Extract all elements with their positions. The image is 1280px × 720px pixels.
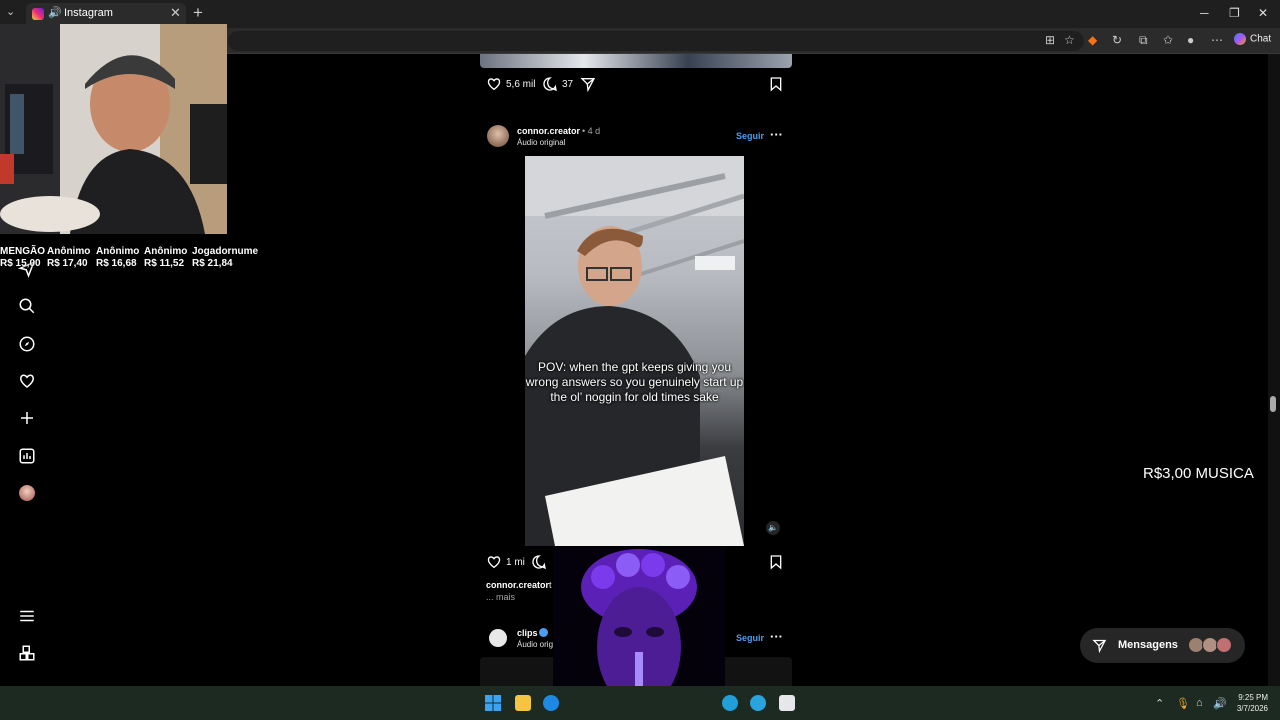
post-username[interactable]: clips xyxy=(517,628,538,638)
show-hidden-icons-icon[interactable]: ⌃ xyxy=(1155,697,1164,710)
donor-name: Anônimo xyxy=(96,246,140,257)
copilot-icon xyxy=(1234,33,1246,45)
restore-button[interactable]: ❐ xyxy=(1229,6,1240,20)
post-audio[interactable]: Áudio origi xyxy=(517,640,555,649)
donor-amount: R$ 15,00 xyxy=(0,258,41,269)
search-icon[interactable] xyxy=(18,297,36,315)
donor-name: Anônimo xyxy=(144,246,188,257)
donor-name: MENGÃO xyxy=(0,246,45,257)
post-age: • 4 d xyxy=(582,126,601,136)
copilot-chat-button[interactable]: Chat xyxy=(1234,33,1271,45)
post-video[interactable]: POV: when the gpt keeps giving you wrong… xyxy=(480,156,792,546)
file-explorer-icon[interactable] xyxy=(515,695,531,711)
caption-text: t xyxy=(549,580,552,590)
post-avatar[interactable] xyxy=(487,125,509,147)
verified-badge-icon xyxy=(539,628,548,637)
dashboard-icon[interactable] xyxy=(18,447,36,465)
url-input[interactable] xyxy=(228,31,1084,51)
donor-name: Anônimo xyxy=(47,246,91,257)
microphone-icon[interactable]: 🎙 xyxy=(1176,697,1190,710)
like-count[interactable]: 1 mi xyxy=(506,557,525,568)
menu-icon[interactable] xyxy=(18,607,36,625)
more-link[interactable]: ... mais xyxy=(486,592,515,602)
post-options-icon[interactable]: ··· xyxy=(770,127,783,142)
donor-amount: R$ 17,40 xyxy=(47,258,88,269)
profile-icon[interactable]: ● xyxy=(1187,33,1194,47)
instagram-favicon-icon xyxy=(32,8,44,20)
windows-start-icon[interactable] xyxy=(485,695,501,711)
previous-post-media[interactable] xyxy=(480,54,792,68)
video-frame: POV: when the gpt keeps giving you wrong… xyxy=(525,156,744,546)
donor-name: Jogadornume xyxy=(192,246,259,257)
windows-taskbar: ⌃ 🎙 ⌂ 🔊 9:25 PM 3/7/2026 xyxy=(0,686,1280,720)
clock-date[interactable]: 3/7/2026 xyxy=(1228,704,1268,713)
comment-icon[interactable] xyxy=(531,554,547,570)
comment-icon[interactable] xyxy=(542,76,558,92)
close-tab-icon[interactable]: ✕ xyxy=(170,5,181,21)
tab-list-button[interactable]: ⌄ xyxy=(6,5,15,18)
speaker-icon[interactable]: 🔊 xyxy=(48,6,62,19)
split-screen-icon[interactable]: ⧉ xyxy=(1139,33,1148,48)
post-audio[interactable]: Áudio original xyxy=(517,138,565,147)
like-count[interactable]: 5,6 mil xyxy=(506,79,535,90)
save-icon[interactable] xyxy=(768,554,784,570)
post-username[interactable]: connor.creator xyxy=(517,126,580,136)
contact-avatar xyxy=(1216,637,1232,653)
profile-avatar[interactable] xyxy=(19,485,35,501)
video-scene-image xyxy=(525,156,744,546)
favorite-star-icon[interactable]: ☆ xyxy=(1064,33,1075,47)
more-apps-icon[interactable] xyxy=(18,644,36,662)
telegram-icon[interactable] xyxy=(722,695,738,711)
comment-count[interactable]: 37 xyxy=(562,79,573,90)
caption-username[interactable]: connor.creator xyxy=(486,580,549,590)
app-available-icon[interactable]: ⊞ xyxy=(1045,33,1055,47)
refresh-icon[interactable]: ↻ xyxy=(1112,33,1122,47)
donor-amount: R$ 11,52 xyxy=(144,258,185,269)
extension-icon[interactable]: ◆ xyxy=(1088,33,1097,47)
heart-icon[interactable] xyxy=(18,372,36,390)
telegram-desktop-icon[interactable] xyxy=(750,695,766,711)
app-icon[interactable] xyxy=(779,695,795,711)
more-options-icon[interactable]: ⋯ xyxy=(1211,33,1223,47)
webcam-overlay xyxy=(0,24,227,234)
direct-message-icon xyxy=(1092,639,1107,653)
save-icon[interactable] xyxy=(768,76,784,92)
scrollbar[interactable] xyxy=(1268,54,1280,686)
like-icon[interactable] xyxy=(486,76,502,92)
share-icon[interactable] xyxy=(580,76,596,92)
close-window-button[interactable]: ✕ xyxy=(1258,6,1268,20)
explore-icon[interactable] xyxy=(18,335,36,353)
mute-toggle-icon[interactable]: 🔈 xyxy=(766,521,780,535)
network-icon[interactable]: ⌂ xyxy=(1196,697,1203,709)
tab-instagram[interactable]: 🔊 Instagram ✕ xyxy=(26,3,186,25)
video-caption: POV: when the gpt keeps giving you wrong… xyxy=(525,360,744,404)
messages-label: Mensagens xyxy=(1118,639,1178,651)
clock-time[interactable]: 9:25 PM xyxy=(1228,693,1268,702)
donor-amount: R$ 21,84 xyxy=(192,258,233,269)
donor-amount: R$ 16,68 xyxy=(96,258,137,269)
post-options-icon[interactable]: ··· xyxy=(770,629,783,644)
scrollbar-thumb[interactable] xyxy=(1270,396,1276,412)
create-icon[interactable] xyxy=(18,409,36,427)
edge-browser-icon[interactable] xyxy=(543,695,559,711)
streamer-webcam-image xyxy=(0,24,227,234)
music-price-overlay: R$3,00 MUSICA xyxy=(1143,465,1254,482)
tab-title: Instagram xyxy=(64,7,113,19)
chat-label: Chat xyxy=(1250,33,1272,45)
minimize-button[interactable]: ─ xyxy=(1200,6,1209,20)
follow-button[interactable]: Seguir xyxy=(736,131,764,141)
messages-button[interactable]: Mensagens xyxy=(1080,628,1245,663)
favorites-icon[interactable]: ✩ xyxy=(1163,33,1173,47)
follow-button[interactable]: Seguir xyxy=(736,633,764,643)
like-icon[interactable] xyxy=(486,554,502,570)
new-tab-button[interactable]: + xyxy=(193,3,203,23)
volume-icon[interactable]: 🔊 xyxy=(1213,697,1227,710)
post-avatar[interactable] xyxy=(487,627,509,649)
